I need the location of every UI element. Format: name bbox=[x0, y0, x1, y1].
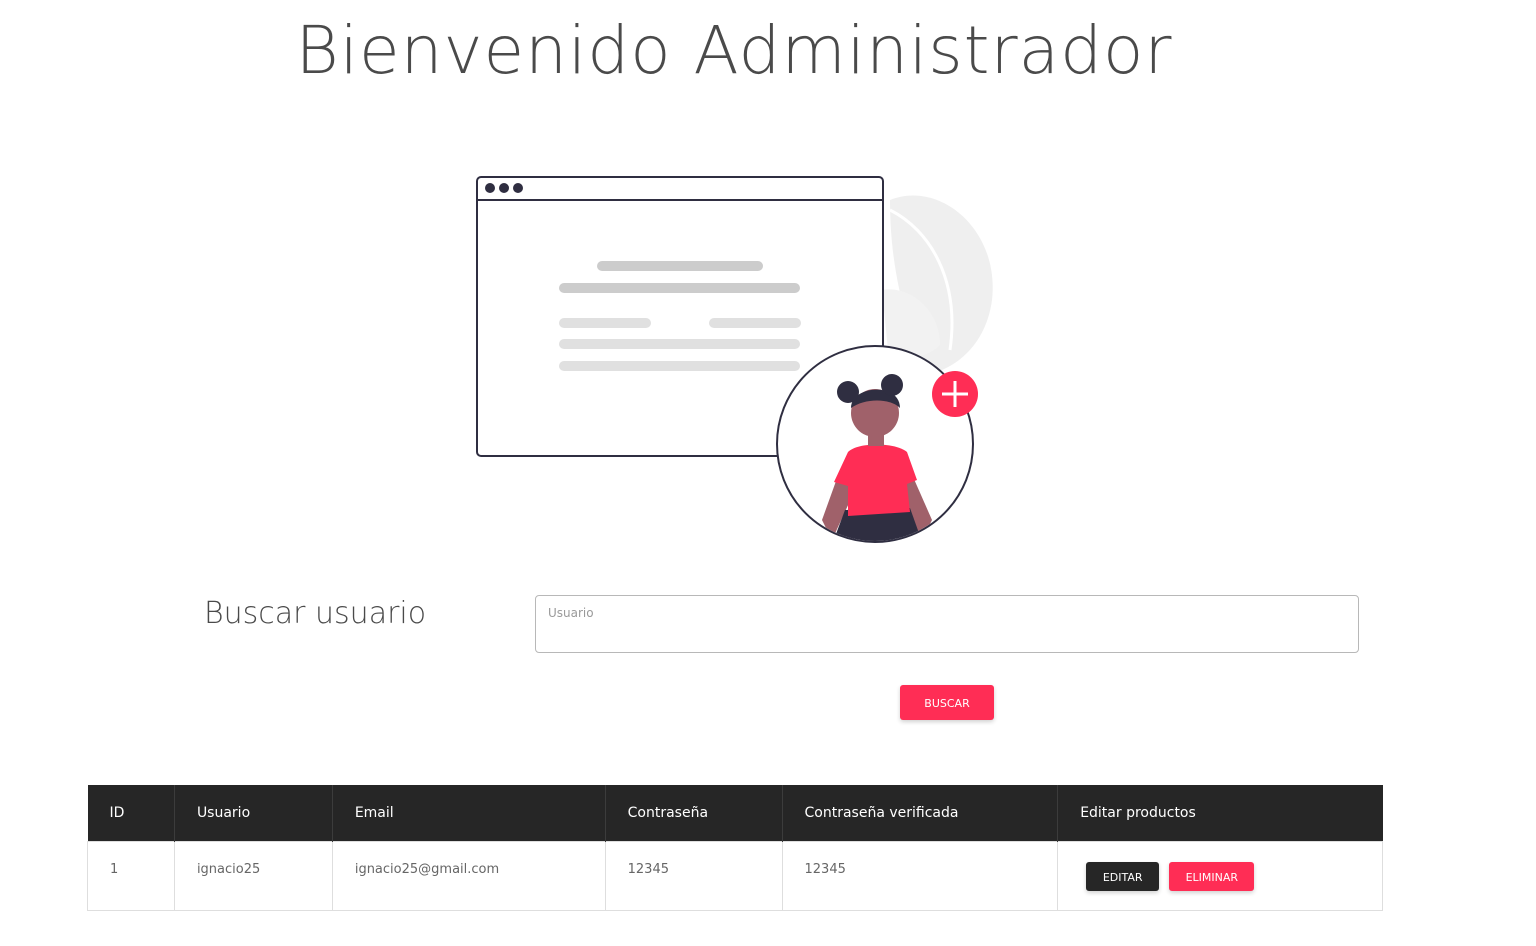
edit-button[interactable]: EDITAR bbox=[1086, 862, 1160, 891]
search-input[interactable] bbox=[535, 595, 1359, 653]
table-header: ID Usuario Email Contraseña Contraseña v… bbox=[87, 785, 1383, 842]
plus-icon bbox=[932, 371, 978, 417]
cell-contrasena: 12345 bbox=[604, 841, 783, 911]
table-body: 1 ignacio25 ignacio25@gmail.com 12345 12… bbox=[87, 841, 1383, 911]
search-label: Buscar usuario bbox=[204, 596, 427, 631]
table-row: 1 ignacio25 ignacio25@gmail.com 12345 12… bbox=[87, 841, 1383, 911]
cell-email: ignacio25@gmail.com bbox=[331, 841, 606, 911]
cell-id: 1 bbox=[87, 841, 175, 911]
admin-page: Bienvenido Administrador Buscar usuario … bbox=[0, 0, 1536, 946]
search-field-wrapper: Usuario bbox=[535, 595, 1359, 653]
add-user-illustration bbox=[476, 176, 993, 543]
search-button[interactable]: BUSCAR bbox=[900, 685, 994, 720]
users-table: ID Usuario Email Contraseña Contraseña v… bbox=[87, 785, 1383, 911]
column-header-contrasena: Contraseña bbox=[605, 785, 783, 842]
cell-usuario: ignacio25 bbox=[173, 841, 333, 911]
delete-button[interactable]: ELIMINAR bbox=[1169, 862, 1255, 891]
table-header-row: ID Usuario Email Contraseña Contraseña v… bbox=[87, 785, 1383, 842]
column-header-editar-productos: Editar productos bbox=[1057, 785, 1383, 842]
column-header-email: Email bbox=[332, 785, 606, 842]
page-title: Bienvenido Administrador bbox=[295, 12, 1173, 89]
column-header-usuario: Usuario bbox=[174, 785, 333, 842]
cell-actions: EDITAR ELIMINAR bbox=[1057, 841, 1383, 911]
column-header-contrasena-verificada: Contraseña verificada bbox=[782, 785, 1059, 842]
cell-contrasena-verificada: 12345 bbox=[781, 841, 1059, 911]
column-header-id: ID bbox=[87, 785, 175, 842]
